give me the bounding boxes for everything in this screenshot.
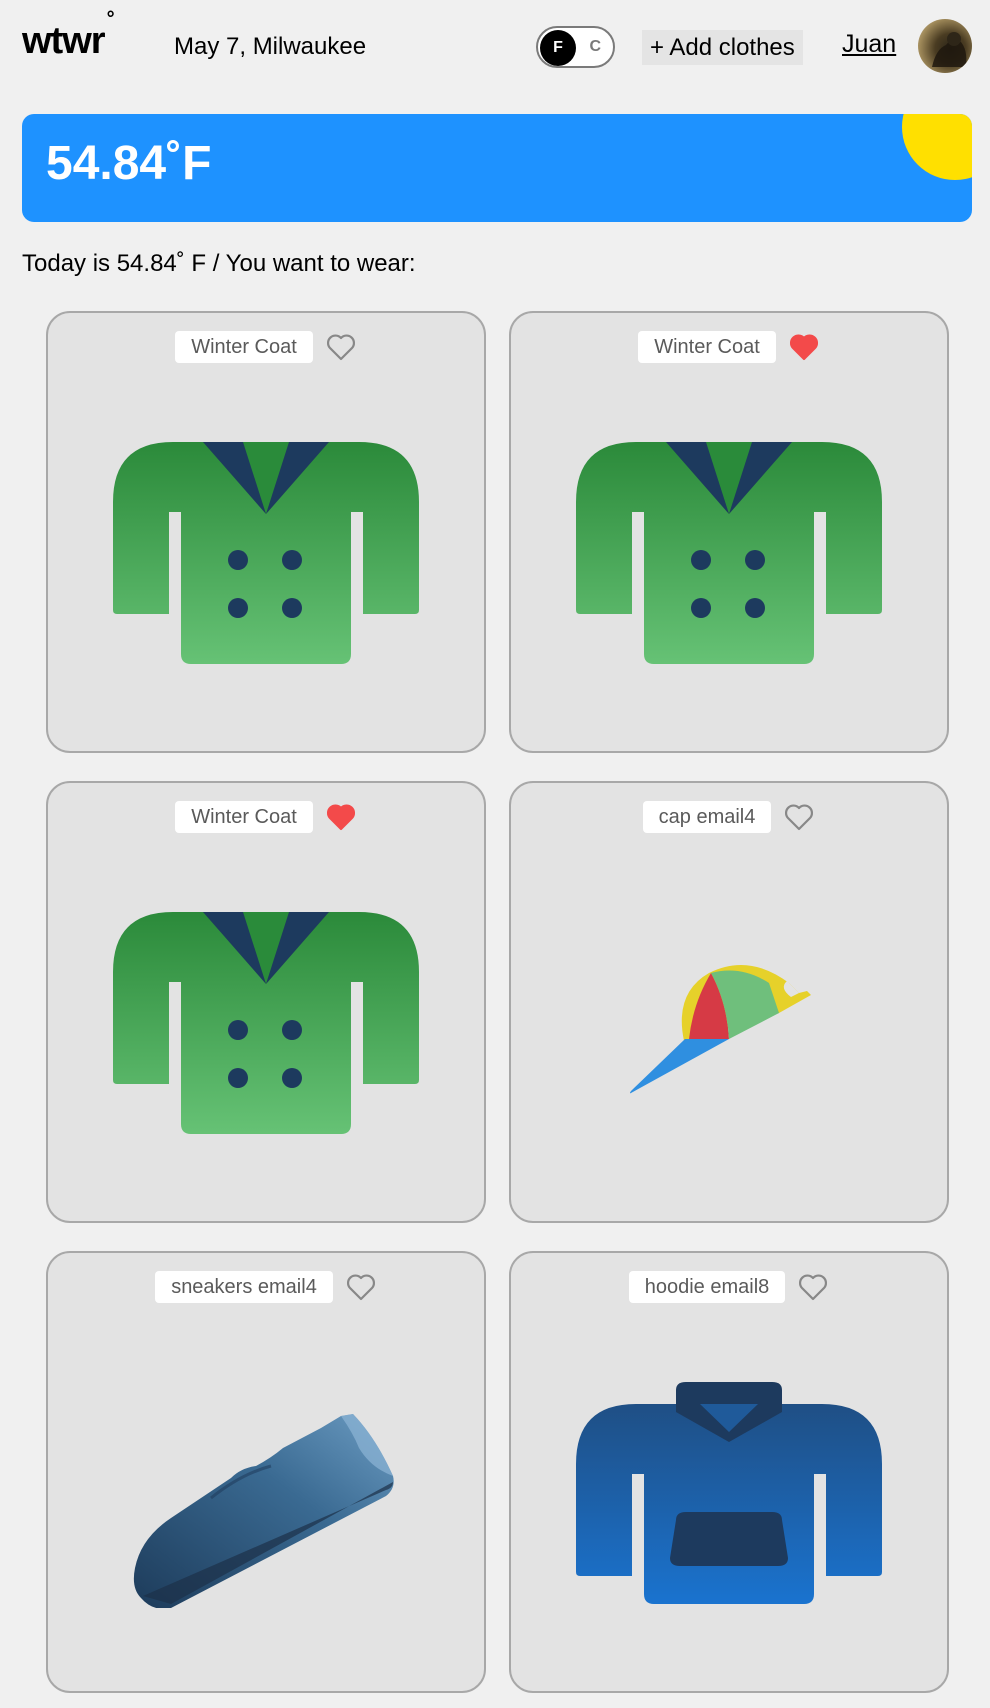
logo-degree-mark: ° xyxy=(106,8,115,31)
cap-icon xyxy=(630,965,811,1094)
weather-card: 54.84˚F xyxy=(22,114,972,222)
coat-icon xyxy=(576,442,882,664)
card-name: cap email4 xyxy=(642,801,772,833)
logo[interactable]: wtwr° xyxy=(22,9,115,62)
like-button[interactable] xyxy=(797,1272,829,1302)
coat-icon xyxy=(113,912,419,1134)
like-button[interactable] xyxy=(788,332,820,362)
like-button[interactable] xyxy=(325,332,357,362)
card-name: sneakers email4 xyxy=(155,1271,333,1303)
heart-outline-icon xyxy=(785,804,814,831)
card-name: Winter Coat xyxy=(638,331,776,363)
toggle-other-unit: C xyxy=(589,38,601,55)
clothing-card[interactable]: hoodie email8 xyxy=(509,1251,949,1693)
card-name: Winter Coat xyxy=(175,331,313,363)
clothing-card[interactable]: Winter Coat xyxy=(46,781,486,1223)
card-name: hoodie email8 xyxy=(628,1271,786,1303)
like-button[interactable] xyxy=(345,1272,377,1302)
toggle-selected-unit: F xyxy=(540,30,576,66)
hoodie-icon xyxy=(576,1382,882,1604)
temperature: 54.84˚F xyxy=(46,137,212,190)
header: wtwr° May 7, Milwaukee F C + Add clothes… xyxy=(0,0,990,92)
card-name: Winter Coat xyxy=(175,801,313,833)
user-name-link[interactable]: Juan xyxy=(842,30,896,59)
clothing-image xyxy=(511,383,947,723)
clothing-image xyxy=(48,853,484,1193)
heart-outline-icon xyxy=(346,1274,375,1301)
logo-text: wtwr xyxy=(22,20,106,62)
clothing-card[interactable]: Winter Coat xyxy=(509,311,949,753)
like-button[interactable] xyxy=(325,802,357,832)
heart-filled-icon xyxy=(326,804,355,831)
sun-icon xyxy=(902,114,972,180)
clothing-image xyxy=(48,383,484,723)
date-location: May 7, Milwaukee xyxy=(174,33,367,60)
sneaker-icon xyxy=(133,1414,394,1608)
coat-icon xyxy=(113,442,419,664)
clothing-card[interactable]: cap email4 xyxy=(509,781,949,1223)
clothing-image xyxy=(511,1323,947,1663)
clothing-image xyxy=(511,853,947,1193)
temperature-unit-toggle[interactable]: F C xyxy=(536,26,615,68)
heart-outline-icon xyxy=(326,334,355,361)
clothing-card[interactable]: sneakers email4 xyxy=(46,1251,486,1693)
today-recommendation-text: Today is 54.84˚ F / You want to wear: xyxy=(22,250,416,277)
like-button[interactable] xyxy=(783,802,815,832)
heart-filled-icon xyxy=(789,334,818,361)
heart-outline-icon xyxy=(799,1274,828,1301)
clothing-card[interactable]: Winter Coat xyxy=(46,311,486,753)
avatar[interactable] xyxy=(918,19,972,73)
clothing-image xyxy=(48,1323,484,1663)
add-clothes-button[interactable]: + Add clothes xyxy=(642,30,803,65)
